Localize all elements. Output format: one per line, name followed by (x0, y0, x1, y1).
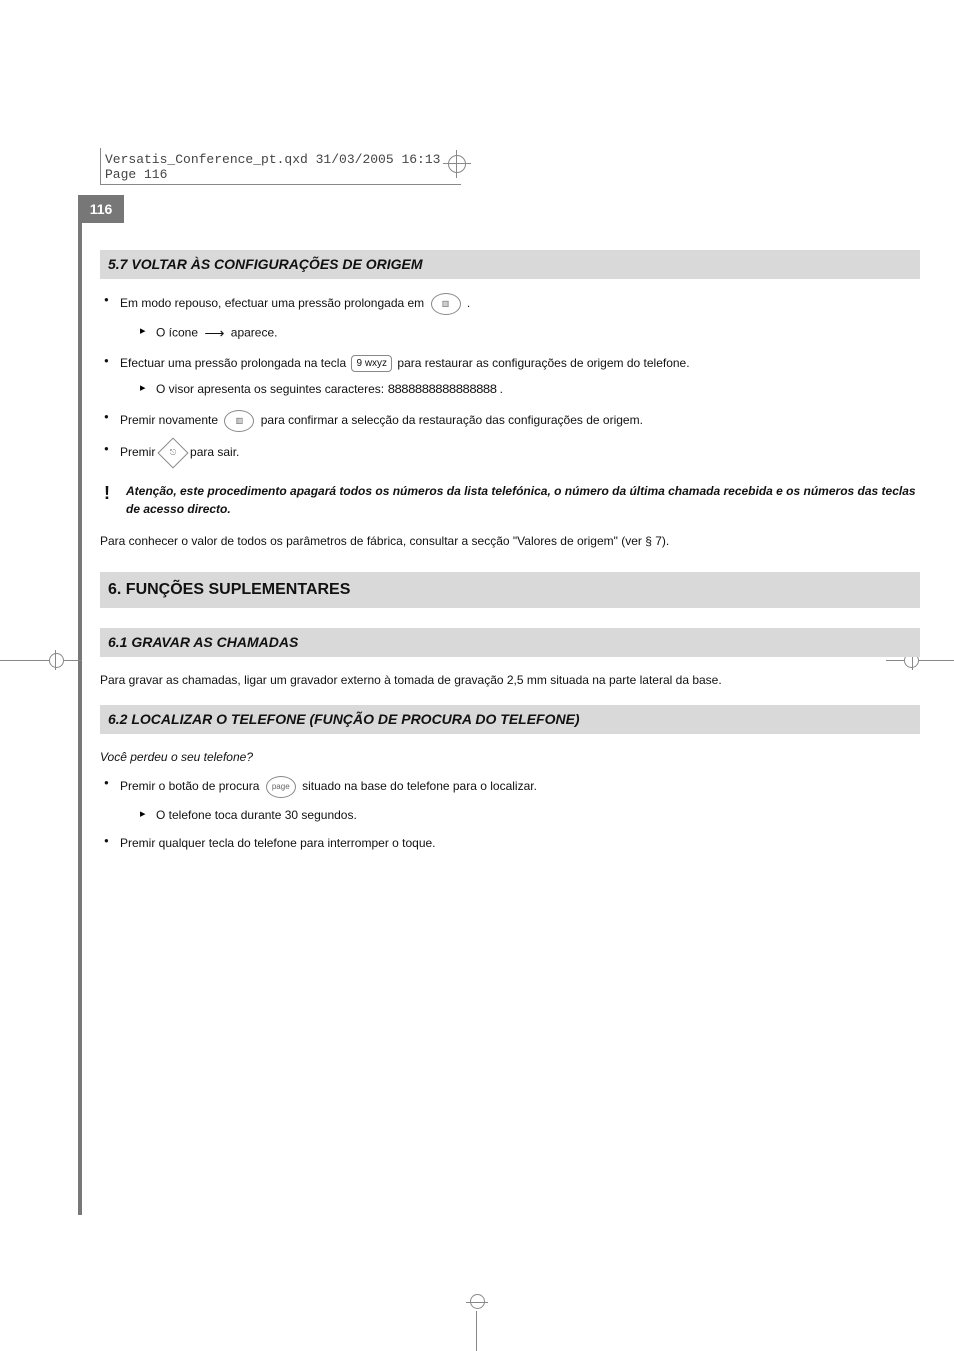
qxd-header: Versatis_Conference_pt.qxd 31/03/2005 16… (100, 148, 461, 185)
list-item: Premir ⎋ para sair. (100, 442, 920, 464)
paragraph: Para gravar as chamadas, ligar um gravad… (100, 671, 920, 689)
text: para sair. (190, 445, 239, 459)
question-text: Você perdeu o seu telefone? (100, 748, 920, 766)
list-item: Efectuar uma pressão prolongada na tecla… (100, 354, 920, 400)
crop-mark-left2-icon (64, 660, 82, 661)
warning-note: ! Atenção, este procedimento apagará tod… (100, 482, 920, 518)
text: O visor apresenta os seguintes caractere… (156, 382, 387, 396)
text: Em modo repouso, efectuar uma pressão pr… (120, 296, 428, 310)
text: O telefone toca durante 30 segundos. (156, 808, 357, 822)
crop-mark-right-icon (918, 660, 954, 661)
text: situado na base do telefone para o local… (302, 779, 537, 793)
section-5-7-list: Em modo repouso, efectuar uma pressão pr… (100, 293, 920, 464)
list-item: Em modo repouso, efectuar uma pressão pr… (100, 293, 920, 344)
warning-text: Atenção, este procedimento apagará todos… (126, 484, 916, 516)
text: . (500, 382, 503, 396)
sub-item: O ícone ⟶ aparece. (120, 323, 920, 344)
section-5-7-title: 5.7 VOLTAR ÀS CONFIGURAÇÕES DE ORIGEM (100, 250, 920, 279)
text: para confirmar a selecção da restauração… (261, 413, 643, 427)
text: Premir o botão de procura (120, 779, 263, 793)
section-6-2-list: Premir o botão de procura situado na bas… (100, 776, 920, 852)
sub-item: O visor apresenta os seguintes caractere… (120, 380, 920, 400)
section-6-2-title: 6.2 LOCALIZAR O TELEFONE (FUNÇÃO DE PROC… (100, 705, 920, 734)
text: O ícone (156, 326, 201, 340)
text: aparece. (231, 326, 278, 340)
document-page: Versatis_Conference_pt.qxd 31/03/2005 16… (0, 0, 954, 1351)
crop-circle-bottom-icon (470, 1294, 485, 1309)
page-number-tab: 116 (78, 195, 124, 223)
list-item: Premir qualquer tecla do telefone para i… (100, 834, 920, 852)
exclamation-icon: ! (104, 480, 110, 507)
text: para restaurar as configurações de orige… (397, 356, 689, 370)
sub-item: O telefone toca durante 30 segundos. (120, 806, 920, 824)
registration-mark-top-icon (448, 155, 466, 173)
exit-key-icon: ⎋ (157, 437, 188, 468)
chapter-6-title: 6. FUNÇÕES SUPLEMENTARES (100, 572, 920, 608)
crop-mark-bottom-v-icon (476, 1311, 477, 1351)
text: . (467, 296, 470, 310)
crop-circle-left-icon (49, 653, 64, 668)
text: Premir (120, 445, 159, 459)
list-item: Premir o botão de procura situado na bas… (100, 776, 920, 824)
key-9-icon: 9 wxyz (351, 355, 392, 372)
section-6-1-title: 6.1 GRAVAR AS CHAMADAS (100, 628, 920, 657)
page-content: 5.7 VOLTAR ÀS CONFIGURAÇÕES DE ORIGEM Em… (100, 250, 920, 862)
crop-mark-left-icon (0, 660, 50, 661)
prog-key-icon (224, 410, 254, 432)
prog-key-icon (431, 293, 461, 315)
list-item: Premir novamente para confirmar a selecç… (100, 410, 920, 432)
arrow-config-icon: ⟶ (204, 323, 224, 344)
text: Premir qualquer tecla do telefone para i… (120, 836, 436, 850)
text: Premir novamente (120, 413, 221, 427)
text: Efectuar uma pressão prolongada na tecla (120, 356, 349, 370)
paragraph: Para conhecer o valor de todos os parâme… (100, 532, 920, 550)
segment-display-icon: 8888888888888888 (387, 382, 496, 397)
page-side-bar (78, 195, 82, 1215)
page-button-icon (266, 776, 296, 798)
